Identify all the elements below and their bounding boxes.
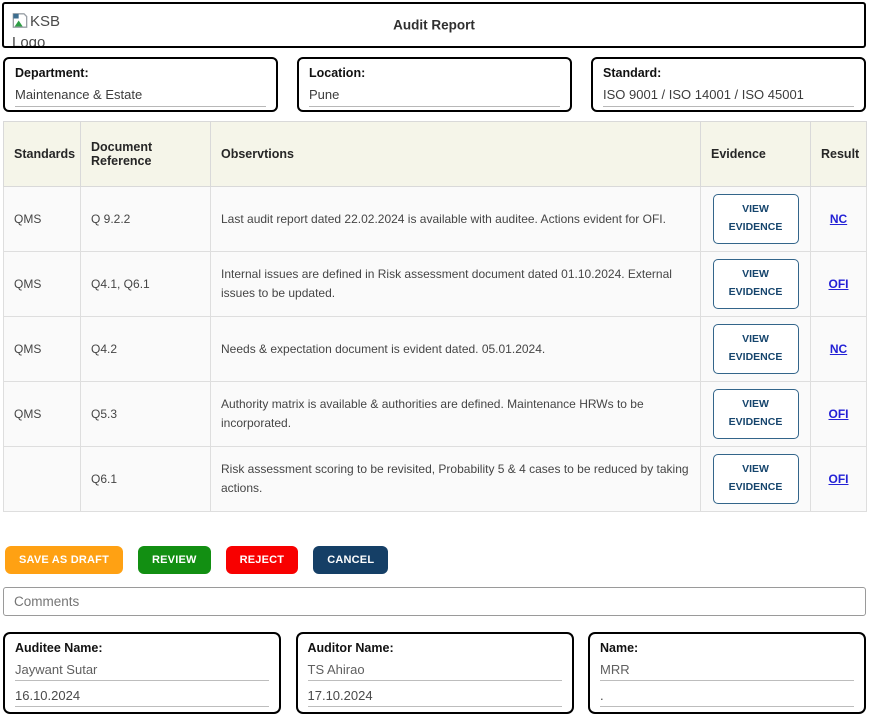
mrr-signature-box: Name: MRR . xyxy=(588,632,866,714)
auditor-date-value[interactable]: 17.10.2024 xyxy=(308,688,562,707)
result-link[interactable]: OFI xyxy=(829,472,849,486)
table-row: Q6.1 Risk assessment scoring to be revis… xyxy=(4,447,867,512)
page-title: Audit Report xyxy=(4,18,864,33)
report-header: KSB Logo Audit Report xyxy=(2,2,866,48)
cell-observation: Last audit report dated 22.02.2024 is av… xyxy=(211,187,701,252)
table-row: QMS Q5.3 Authority matrix is available &… xyxy=(4,382,867,447)
result-link[interactable]: OFI xyxy=(829,407,849,421)
cell-standard: QMS xyxy=(4,382,81,447)
name-value[interactable]: MRR xyxy=(600,662,854,681)
standard-label: Standard: xyxy=(603,66,854,80)
department-label: Department: xyxy=(15,66,266,80)
view-evidence-button[interactable]: VIEW EVIDENCE xyxy=(713,194,799,244)
view-evidence-button[interactable]: VIEW EVIDENCE xyxy=(713,259,799,309)
auditor-name-label: Auditor Name: xyxy=(308,641,562,655)
cell-standard xyxy=(4,447,81,512)
name-label: Name: xyxy=(600,641,854,655)
auditee-name-label: Auditee Name: xyxy=(15,641,269,655)
cell-observation: Needs & expectation document is evident … xyxy=(211,317,701,382)
observations-table: Standards Document Reference Observtions… xyxy=(3,121,867,512)
cancel-button[interactable]: CANCEL xyxy=(313,546,388,574)
cell-doc-reference: Q6.1 xyxy=(81,447,211,512)
auditor-signature-box: Auditor Name: TS Ahirao 17.10.2024 xyxy=(296,632,574,714)
standard-field: Standard: ISO 9001 / ISO 14001 / ISO 450… xyxy=(591,57,866,112)
auditee-name-value[interactable]: Jaywant Sutar xyxy=(15,662,269,681)
auditee-date-value[interactable]: 16.10.2024 xyxy=(15,688,269,707)
cell-doc-reference: Q4.1, Q6.1 xyxy=(81,252,211,317)
cell-standard: QMS xyxy=(4,252,81,317)
auditor-name-value[interactable]: TS Ahirao xyxy=(308,662,562,681)
result-link[interactable]: NC xyxy=(830,212,847,226)
table-row: QMS Q 9.2.2 Last audit report dated 22.0… xyxy=(4,187,867,252)
top-fields-row: Department: Maintenance & Estate Locatio… xyxy=(3,57,866,112)
cell-doc-reference: Q5.3 xyxy=(81,382,211,447)
result-link[interactable]: NC xyxy=(830,342,847,356)
department-field: Department: Maintenance & Estate xyxy=(3,57,278,112)
auditee-signature-box: Auditee Name: Jaywant Sutar 16.10.2024 xyxy=(3,632,281,714)
name-date-value[interactable]: . xyxy=(600,688,854,707)
cell-standard: QMS xyxy=(4,187,81,252)
table-header-row: Standards Document Reference Observtions… xyxy=(4,122,867,187)
col-header-evidence: Evidence xyxy=(701,122,811,187)
view-evidence-button[interactable]: VIEW EVIDENCE xyxy=(713,454,799,504)
cell-observation: Authority matrix is available & authorit… xyxy=(211,382,701,447)
table-row: QMS Q4.1, Q6.1 Internal issues are defin… xyxy=(4,252,867,317)
department-value[interactable]: Maintenance & Estate xyxy=(15,87,266,107)
comments-input[interactable] xyxy=(3,587,866,616)
cell-doc-reference: Q 9.2.2 xyxy=(81,187,211,252)
reject-button[interactable]: REJECT xyxy=(226,546,299,574)
location-label: Location: xyxy=(309,66,560,80)
col-header-result: Result xyxy=(811,122,867,187)
actions-row: SAVE AS DRAFT REVIEW REJECT CANCEL xyxy=(5,546,881,574)
col-header-standards: Standards xyxy=(4,122,81,187)
save-as-draft-button[interactable]: SAVE AS DRAFT xyxy=(5,546,123,574)
view-evidence-button[interactable]: VIEW EVIDENCE xyxy=(713,389,799,439)
col-header-document-reference: Document Reference xyxy=(81,122,211,187)
cell-doc-reference: Q4.2 xyxy=(81,317,211,382)
cell-standard: QMS xyxy=(4,317,81,382)
table-row: QMS Q4.2 Needs & expectation document is… xyxy=(4,317,867,382)
view-evidence-button[interactable]: VIEW EVIDENCE xyxy=(713,324,799,374)
cell-observation: Risk assessment scoring to be revisited,… xyxy=(211,447,701,512)
col-header-observations: Observtions xyxy=(211,122,701,187)
standard-value[interactable]: ISO 9001 / ISO 14001 / ISO 45001 xyxy=(603,87,854,107)
cell-observation: Internal issues are defined in Risk asse… xyxy=(211,252,701,317)
signatures-row: Auditee Name: Jaywant Sutar 16.10.2024 A… xyxy=(3,632,866,714)
review-button[interactable]: REVIEW xyxy=(138,546,211,574)
location-field: Location: Pune xyxy=(297,57,572,112)
location-value[interactable]: Pune xyxy=(309,87,560,107)
audit-report-page: KSB Logo Audit Report Department: Mainte… xyxy=(0,2,881,725)
result-link[interactable]: OFI xyxy=(829,277,849,291)
